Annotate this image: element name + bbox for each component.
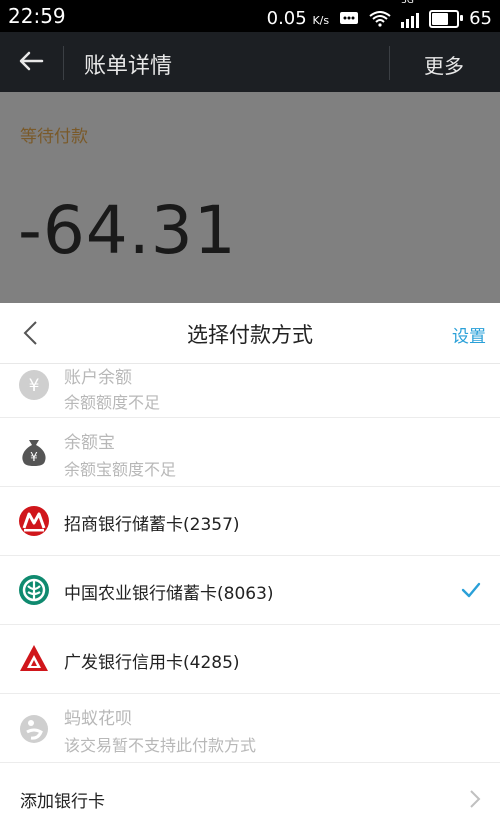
payment-option-balance[interactable]: ¥ 账户余额 余额额度不足 bbox=[0, 363, 500, 418]
wifi-icon bbox=[369, 10, 391, 27]
yuan-coin-icon: ¥ bbox=[19, 370, 49, 400]
payment-option-cmb[interactable]: 招商银行储蓄卡(2357) bbox=[0, 487, 500, 556]
status-right: 0.05 K/s 3G 65 bbox=[266, 0, 492, 33]
option-label: 中国农业银行储蓄卡(8063) bbox=[64, 584, 274, 604]
svg-text:¥: ¥ bbox=[29, 376, 40, 396]
status-bar: 22:59 0.05 K/s 3G 65 bbox=[0, 0, 500, 32]
abc-bank-icon bbox=[19, 575, 49, 605]
option-label: 蚂蚁花呗 bbox=[64, 709, 132, 729]
status-time: 22:59 bbox=[8, 4, 66, 28]
network-speed: 0.05 K/s bbox=[266, 8, 330, 29]
back-arrow-icon[interactable] bbox=[16, 46, 46, 76]
battery-icon bbox=[429, 9, 464, 28]
payment-option-cgb[interactable]: 广发银行信用卡(4285) bbox=[0, 625, 500, 694]
option-sub: 余额额度不足 bbox=[64, 393, 161, 412]
money-bag-icon: ¥ bbox=[22, 440, 46, 466]
battery-percent: 65 bbox=[469, 8, 492, 29]
message-icon bbox=[340, 11, 359, 24]
option-sub: 该交易暂不支持此付款方式 bbox=[64, 736, 257, 755]
payment-option-yuebao[interactable]: ¥ 余额宝 余额宝额度不足 bbox=[0, 418, 500, 487]
add-card-label: 添加银行卡 bbox=[20, 792, 105, 812]
payment-status: 等待付款 bbox=[20, 127, 88, 147]
chevron-right-icon bbox=[470, 790, 481, 808]
page-title: 账单详情 bbox=[84, 54, 173, 79]
option-label: 广发银行信用卡(4285) bbox=[64, 653, 240, 673]
payment-option-abc[interactable]: 中国农业银行储蓄卡(8063) bbox=[0, 556, 500, 625]
option-label: 账户余额 bbox=[64, 368, 132, 388]
cmb-bank-icon bbox=[19, 506, 49, 536]
option-sub: 余额宝额度不足 bbox=[64, 460, 177, 479]
appbar-divider bbox=[63, 46, 64, 80]
settings-button[interactable]: 设置 bbox=[452, 322, 486, 347]
appbar-divider bbox=[389, 46, 390, 80]
bill-detail-background: 等待付款 -64.31 bbox=[0, 92, 500, 303]
payment-option-huabei[interactable]: 蚂蚁花呗 该交易暂不支持此付款方式 bbox=[0, 694, 500, 763]
sheet-header: 选择付款方式 设置 bbox=[0, 303, 500, 364]
more-button[interactable]: 更多 bbox=[424, 50, 464, 79]
cgb-bank-icon bbox=[20, 645, 48, 671]
option-label: 招商银行储蓄卡(2357) bbox=[64, 515, 240, 535]
add-bank-card[interactable]: 添加银行卡 bbox=[0, 763, 500, 833]
app-bar: 账单详情 更多 bbox=[0, 32, 500, 92]
payment-method-sheet: 选择付款方式 设置 ¥ 账户余额 余额额度不足 ¥ 余额宝 余额宝额度不足 招商… bbox=[0, 303, 500, 833]
bill-amount: -64.31 bbox=[18, 192, 237, 269]
checkmark-icon bbox=[461, 582, 481, 598]
option-label: 余额宝 bbox=[64, 433, 115, 453]
huabei-icon bbox=[20, 715, 48, 743]
svg-text:¥: ¥ bbox=[30, 450, 38, 464]
cellular-signal-icon: 3G bbox=[401, 0, 420, 33]
sheet-title: 选择付款方式 bbox=[187, 323, 313, 347]
